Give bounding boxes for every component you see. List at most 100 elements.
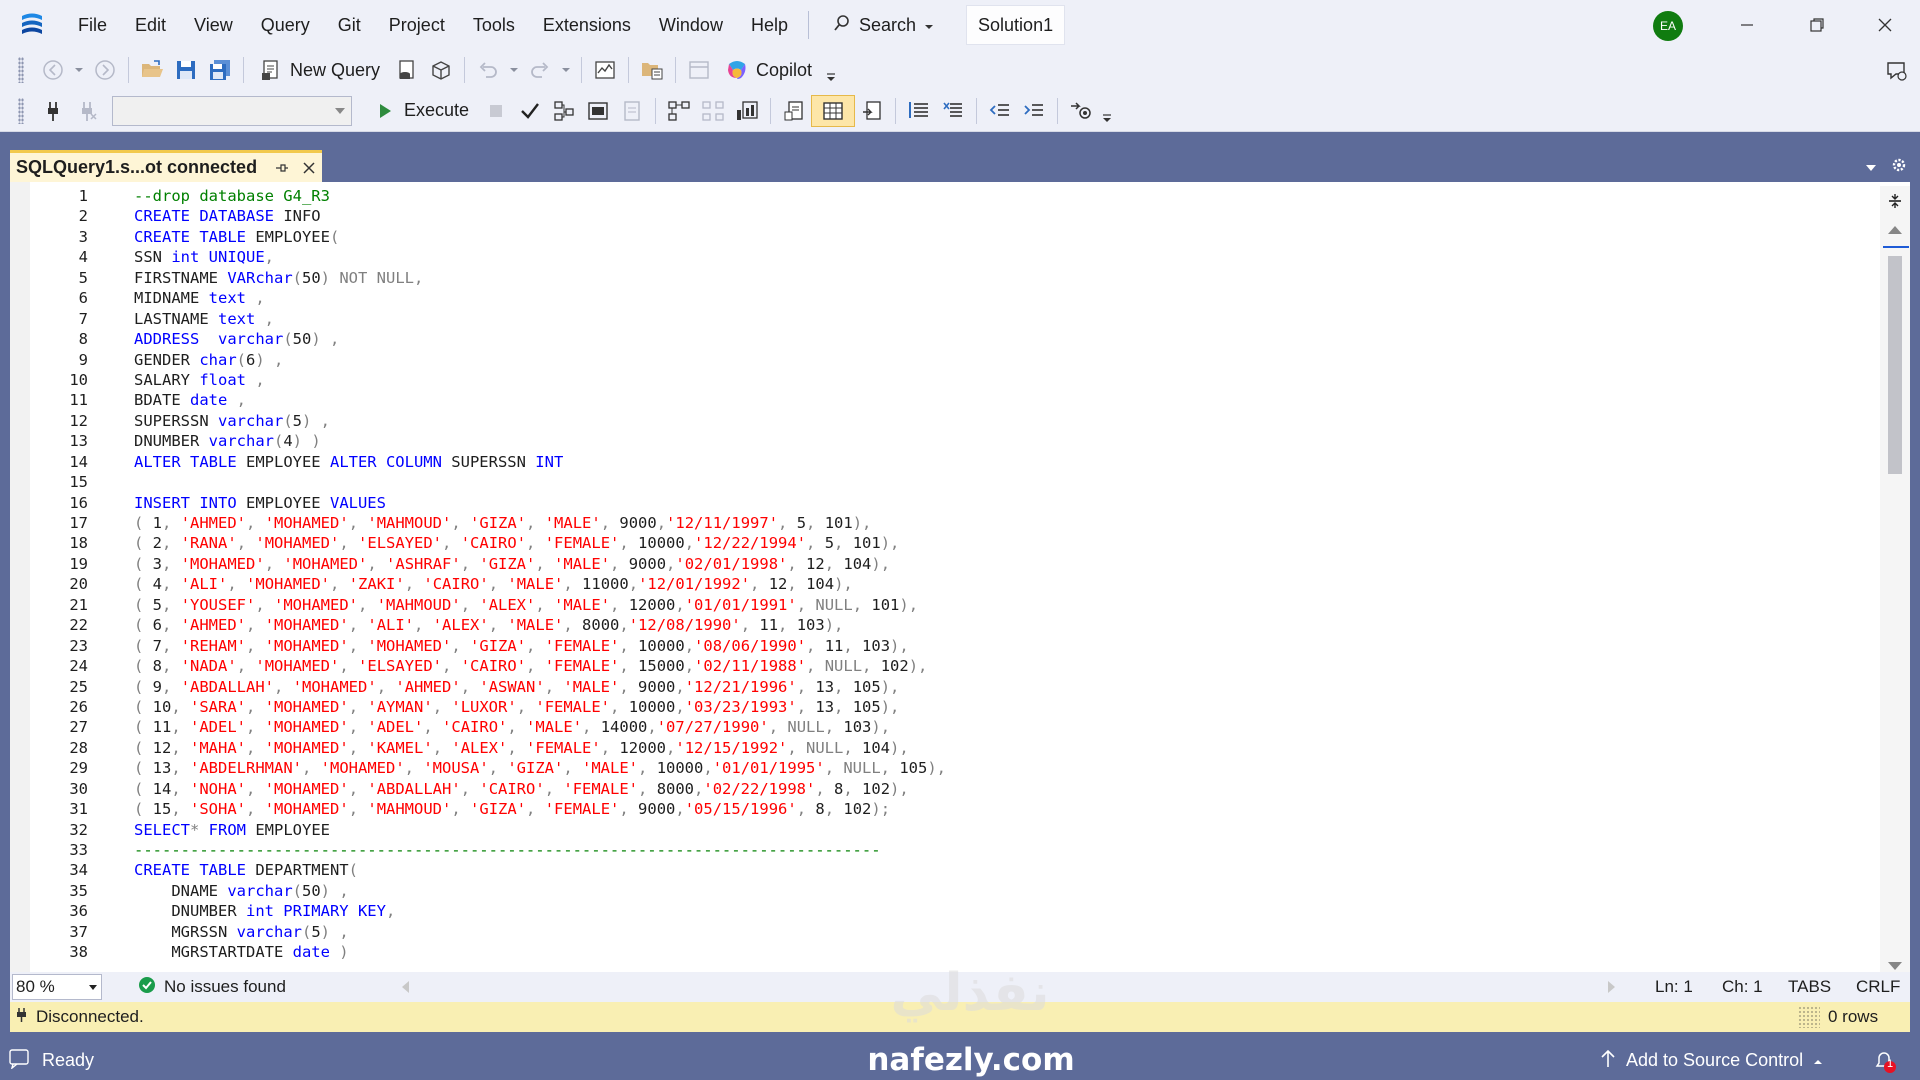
add-to-source-control-button[interactable]: Add to Source Control	[1600, 1040, 1823, 1080]
client-statistics-icon[interactable]	[734, 98, 760, 124]
database-engine-query-icon[interactable]	[394, 57, 420, 83]
zoom-select[interactable]: 80 %	[12, 974, 102, 1000]
scroll-left-arrow-icon[interactable]	[402, 981, 409, 993]
menu-file[interactable]: File	[64, 0, 121, 50]
code-line[interactable]: 19 ( 3, 'MOHAMED', 'MOHAMED', 'ASHRAF', '…	[30, 554, 1890, 574]
tab-sqlquery1[interactable]: SQLQuery1.s...ot connected	[10, 150, 322, 182]
cancel-query-icon[interactable]	[483, 98, 509, 124]
include-actual-plan-icon[interactable]	[666, 98, 692, 124]
code-line[interactable]: 12 SUPERSSN varchar(5) ,	[30, 411, 1890, 431]
pin-tab-icon[interactable]	[273, 159, 291, 177]
code-line[interactable]: 37 MGRSSN varchar(5) ,	[30, 922, 1890, 942]
toolbar-overflow-icon[interactable]	[1100, 105, 1114, 131]
indentation-indicator[interactable]: TABS	[1788, 977, 1831, 997]
code-line[interactable]: 34 CREATE TABLE DEPARTMENT(	[30, 860, 1890, 880]
menu-view[interactable]: View	[180, 0, 247, 50]
save-all-icon[interactable]	[207, 57, 233, 83]
avatar[interactable]: EA	[1653, 11, 1683, 41]
scroll-up-arrow-icon[interactable]	[1888, 226, 1902, 234]
comment-lines-icon[interactable]	[906, 98, 932, 124]
code-line[interactable]: 31 ( 15, 'SOHA', 'MOHAMED', 'MAHMOUD', 'G…	[30, 799, 1890, 819]
template-browser-icon[interactable]	[686, 57, 712, 83]
menu-help[interactable]: Help	[737, 0, 802, 50]
gear-icon[interactable]	[1890, 156, 1908, 179]
line-number-indicator[interactable]: Ln: 1	[1655, 977, 1693, 997]
code-line[interactable]: 7 LASTNAME text ,	[30, 309, 1890, 329]
execute-button[interactable]: Execute	[364, 95, 479, 127]
menu-tools[interactable]: Tools	[459, 0, 529, 50]
toolbar-grip[interactable]	[18, 57, 24, 83]
connect-icon[interactable]	[40, 98, 66, 124]
open-file-icon[interactable]	[139, 57, 165, 83]
search-button[interactable]: Search	[819, 7, 948, 43]
code-line[interactable]: 35 DNAME varchar(50) ,	[30, 881, 1890, 901]
close-window-button[interactable]	[1850, 0, 1920, 50]
activity-monitor-icon[interactable]	[592, 57, 618, 83]
results-to-grid-button[interactable]	[811, 94, 856, 127]
code-line[interactable]: 18 ( 2, 'RANA', 'MOHAMED', 'ELSAYED', 'CA…	[30, 533, 1890, 553]
code-line[interactable]: 30 ( 14, 'NOHA', 'MOHAMED', 'ABDALLAH', '…	[30, 779, 1890, 799]
decrease-indent-icon[interactable]	[987, 98, 1013, 124]
menu-project[interactable]: Project	[375, 0, 459, 50]
code-line[interactable]: 26 ( 10, 'SARA', 'MOHAMED', 'AYMAN', 'LUX…	[30, 697, 1890, 717]
code-line[interactable]: 11 BDATE date ,	[30, 390, 1890, 410]
menu-edit[interactable]: Edit	[121, 0, 180, 50]
back-dropdown-icon[interactable]	[72, 57, 86, 83]
results-to-text-icon[interactable]	[781, 98, 807, 124]
live-query-stats-icon[interactable]	[700, 98, 726, 124]
uncomment-lines-icon[interactable]	[940, 98, 966, 124]
menu-window[interactable]: Window	[645, 0, 737, 50]
code-line[interactable]: 23 ( 7, 'REHAM', 'MOHAMED', 'MOHAMED', 'G…	[30, 636, 1890, 656]
split-editor-icon[interactable]	[1884, 190, 1906, 212]
code-line[interactable]: 24 ( 8, 'NADA', 'MOHAMED', 'ELSAYED', 'CA…	[30, 656, 1890, 676]
output-window-icon[interactable]	[8, 1047, 30, 1074]
sql-editor[interactable]: 1 --drop database G4_R3 2 CREATE DATABASE I…	[10, 182, 1910, 972]
feedback-icon[interactable]	[1884, 58, 1910, 84]
column-indicator[interactable]: Ch: 1	[1722, 977, 1763, 997]
line-ending-indicator[interactable]: CRLF	[1856, 977, 1900, 997]
undo-icon[interactable]	[475, 57, 501, 83]
copilot-button[interactable]: Copilot	[716, 54, 822, 86]
code-line[interactable]: 14 ALTER TABLE EMPLOYEE ALTER COLUMN SUPE…	[30, 452, 1890, 472]
undo-dropdown-icon[interactable]	[507, 57, 521, 83]
parse-checkmark-icon[interactable]	[517, 98, 543, 124]
close-tab-icon[interactable]	[299, 158, 319, 178]
menu-git[interactable]: Git	[324, 0, 375, 50]
code-line[interactable]: 13 DNUMBER varchar(4) )	[30, 431, 1890, 451]
code-line[interactable]: 9 GENDER char(6) ,	[30, 350, 1890, 370]
query-options-icon[interactable]	[585, 98, 611, 124]
code-line[interactable]: 3 CREATE TABLE EMPLOYEE(	[30, 227, 1890, 247]
code-line[interactable]: 4 SSN int UNIQUE,	[30, 247, 1890, 267]
object-explorer-icon[interactable]	[639, 57, 665, 83]
toolbar-overflow-icon[interactable]	[824, 64, 838, 90]
new-query-button[interactable]: New Query	[250, 54, 390, 86]
code-line[interactable]: 28 ( 12, 'MAHA', 'MOHAMED', 'KAMEL', 'ALE…	[30, 738, 1890, 758]
code-line[interactable]: 32 SELECT* FROM EMPLOYEE	[30, 820, 1890, 840]
code-area[interactable]: 1 --drop database G4_R3 2 CREATE DATABASE I…	[30, 186, 1890, 966]
code-line[interactable]: 8 ADDRESS varchar(50) ,	[30, 329, 1890, 349]
toolbar-grip[interactable]	[18, 97, 24, 124]
code-line[interactable]: 21 ( 5, 'YOUSEF', 'MOHAMED', 'MAHMOUD', '…	[30, 595, 1890, 615]
redo-dropdown-icon[interactable]	[559, 57, 573, 83]
display-estimated-plan-icon[interactable]	[551, 98, 577, 124]
code-line[interactable]: 10 SALARY float ,	[30, 370, 1890, 390]
results-to-file-icon[interactable]	[859, 98, 885, 124]
available-databases-select[interactable]	[112, 95, 352, 126]
code-line[interactable]: 2 CREATE DATABASE INFO	[30, 206, 1890, 226]
code-line[interactable]: 22 ( 6, 'AHMED', 'MOHAMED', 'ALI', 'ALEX'…	[30, 615, 1890, 635]
restore-button[interactable]	[1782, 0, 1852, 50]
menu-extensions[interactable]: Extensions	[529, 0, 645, 50]
code-line[interactable]: 25 ( 9, 'ABDALLAH', 'MOHAMED', 'AHMED', '…	[30, 677, 1890, 697]
redo-icon[interactable]	[527, 57, 553, 83]
disconnect-icon[interactable]	[74, 98, 100, 124]
code-line[interactable]: 1 --drop database G4_R3	[30, 186, 1890, 206]
navigate-forward-icon[interactable]	[92, 57, 118, 83]
code-line[interactable]: 20 ( 4, 'ALI', 'MOHAMED', 'ZAKI', 'CAIRO'…	[30, 574, 1890, 594]
code-line[interactable]: 6 MIDNAME text ,	[30, 288, 1890, 308]
scroll-down-arrow-icon[interactable]	[1888, 962, 1902, 970]
code-line[interactable]: 16 INSERT INTO EMPLOYEE VALUES	[30, 493, 1890, 513]
code-line[interactable]: 36 DNUMBER int PRIMARY KEY,	[30, 901, 1890, 921]
code-line[interactable]: 17 ( 1, 'AHMED', 'MOHAMED', 'MAHMOUD', 'G…	[30, 513, 1890, 533]
scroll-right-arrow-icon[interactable]	[1608, 981, 1615, 993]
notifications-button[interactable]: 1	[1872, 1048, 1898, 1079]
